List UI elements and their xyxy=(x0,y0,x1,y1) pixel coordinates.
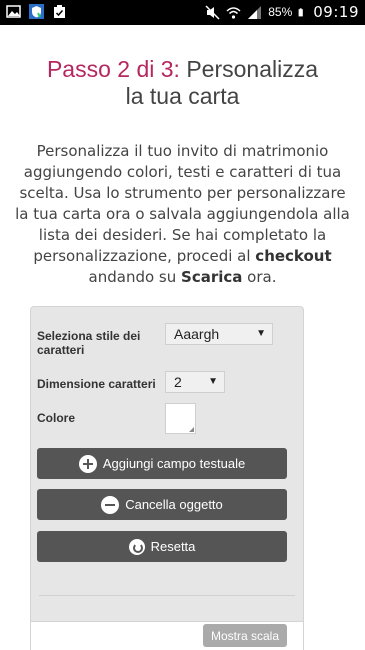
color-picker[interactable] xyxy=(165,403,196,434)
notification-icons xyxy=(6,4,67,19)
panel-divider xyxy=(39,595,295,596)
step-indicator: Passo 2 di 3: xyxy=(46,56,180,82)
shield-app-icon xyxy=(29,4,44,19)
status-bar: 85% 09:19 xyxy=(0,0,365,25)
intro-text-part: andando su xyxy=(88,268,182,286)
intro-text-part: ora. xyxy=(242,268,277,286)
scarica-keyword: Scarica xyxy=(181,268,243,286)
minus-icon xyxy=(101,495,120,514)
gallery-icon xyxy=(6,5,21,18)
add-text-field-button[interactable]: Aggiungi campo testuale xyxy=(37,448,287,479)
show-scale-button[interactable]: Mostra scala xyxy=(203,624,287,647)
signal-icon xyxy=(248,5,262,19)
plus-icon xyxy=(78,454,97,473)
battery-icon xyxy=(298,7,304,16)
font-style-select[interactable]: Aaargh ▼ xyxy=(165,323,273,345)
font-style-value: Aaargh xyxy=(174,326,220,342)
reset-button[interactable]: Resetta xyxy=(37,531,287,562)
delete-object-button[interactable]: Cancella oggetto xyxy=(37,489,287,520)
font-size-select[interactable]: 2 ▼ xyxy=(165,371,225,393)
reset-label: Resetta xyxy=(150,539,196,554)
add-text-field-label: Aggiungi campo testuale xyxy=(102,456,246,471)
intro-text: Personalizza il tuo invito di matrimonio… xyxy=(14,141,351,288)
clipboard-icon xyxy=(54,5,65,18)
font-size-value: 2 xyxy=(174,374,182,390)
system-icons: 85% 09:19 xyxy=(205,3,359,21)
wifi-icon xyxy=(226,6,241,19)
title-line-1: Personalizza xyxy=(186,56,319,82)
page-title: Passo 2 di 3: Personalizza la tua carta xyxy=(0,56,365,110)
chevron-down-icon: ▼ xyxy=(208,376,218,387)
font-style-label: Seleziona stile dei caratteri xyxy=(37,329,141,357)
mute-icon xyxy=(205,4,220,20)
color-label: Colore xyxy=(37,411,76,425)
delete-object-label: Cancella oggetto xyxy=(125,497,223,512)
color-picker-corner-icon xyxy=(189,427,194,432)
chevron-down-icon: ▼ xyxy=(256,328,266,339)
title-line-2: la tua carta xyxy=(125,83,240,109)
checkout-keyword: checkout xyxy=(255,247,332,265)
customization-panel: Seleziona stile dei caratteri Aaargh ▼ D… xyxy=(30,306,304,650)
clock: 09:19 xyxy=(313,3,359,21)
battery-percentage: 85% xyxy=(268,5,293,19)
refresh-icon xyxy=(128,538,145,555)
font-size-label: Dimensione caratteri xyxy=(37,377,156,391)
